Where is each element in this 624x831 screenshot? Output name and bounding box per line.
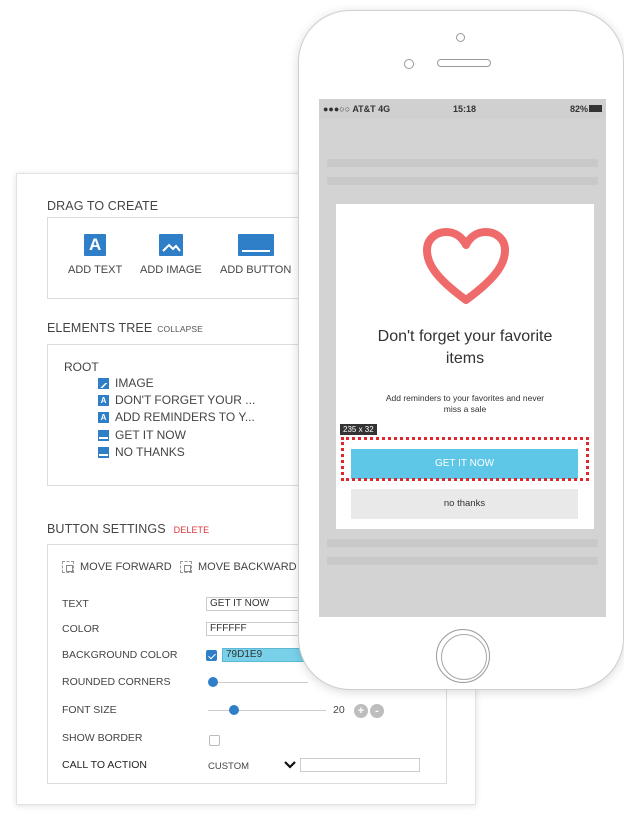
tree-item-title-text[interactable]: A DON'T FORGET YOUR ... [98,393,255,407]
tree-item-label: ADD REMINDERS TO Y... [115,410,255,424]
front-camera [456,33,465,42]
tree-root[interactable]: ROOT [64,360,99,374]
light-sensor [404,59,414,69]
popup-modal: Don't forget your favorite items Add rem… [336,204,594,529]
tree-item-no-thanks[interactable]: NO THANKS [98,445,185,459]
chevron-down-icon[interactable] [284,761,296,770]
tree-item-label: IMAGE [115,376,154,390]
background-placeholder [327,539,598,547]
tree-item-image[interactable]: IMAGE [98,376,154,390]
call-to-action-select[interactable]: CUSTOM [208,761,249,772]
font-size-track [208,710,326,711]
carrier-signal: ●●●○○ AT&T 4G [323,104,391,114]
add-button-tool[interactable]: ADD BUTTON [220,234,291,276]
background-color-label: BACKGROUND COLOR [62,649,178,661]
rounded-corners-slider[interactable] [208,677,218,687]
text-icon: A [98,394,109,406]
delete-link[interactable]: DELETE [174,525,210,535]
button-icon [237,234,274,256]
tree-item-subtitle-text[interactable]: A ADD REMINDERS TO Y... [98,410,255,424]
text-field-label: TEXT [62,598,89,610]
move-forward-button[interactable]: MOVE FORWARD [62,561,172,573]
image-icon [158,234,183,256]
phone-screen: ●●●○○ AT&T 4G 15:18 82% Don't forget you… [319,99,606,617]
font-size-plus-button[interactable]: + [354,704,368,718]
status-bar: ●●●○○ AT&T 4G 15:18 82% [319,99,606,119]
collapse-link[interactable]: COLLAPSE [157,324,203,334]
move-forward-label: MOVE FORWARD [80,561,172,573]
button-icon [98,429,109,441]
font-size-slider[interactable] [229,705,239,715]
battery-icon [589,105,602,112]
tree-item-label: NO THANKS [115,445,185,459]
add-image-label: ADD IMAGE [140,264,202,276]
modal-subtitle[interactable]: Add reminders to your favorites and neve… [376,393,554,415]
elements-tree-heading: ELEMENTS TREE [47,321,153,335]
color-field-label: COLOR [62,623,100,635]
selection-outline [341,437,589,481]
add-button-label: ADD BUTTON [220,264,292,276]
background-placeholder [327,557,598,565]
battery-percent: 82% [569,104,588,114]
phone-frame: ●●●○○ AT&T 4G 15:18 82% Don't forget you… [298,10,624,690]
dimension-badge: 235 x 32 [340,424,377,435]
move-backward-button[interactable]: MOVE BACKWARD [180,561,297,573]
rounded-corners-track [208,682,308,683]
tree-item-label: GET IT NOW [115,428,186,442]
tree-item-label: DON'T FORGET YOUR ... [115,393,256,407]
font-size-label: FONT SIZE [62,704,117,716]
image-icon [98,377,109,389]
button-settings-heading: BUTTON SETTINGS [47,522,166,536]
move-backward-label: MOVE BACKWARD [198,561,297,573]
font-size-value: 20 [333,704,345,716]
add-text-tool[interactable]: A ADD TEXT [68,234,122,276]
move-backward-icon [180,561,192,573]
font-size-minus-button[interactable]: - [370,704,384,718]
text-icon: A [84,234,107,256]
modal-title[interactable]: Don't forget your favorite items [336,326,594,370]
modal-title-line: items [445,350,485,367]
earpiece-speaker [437,59,491,67]
call-to-action-url-field[interactable] [300,758,420,772]
show-border-label: SHOW BORDER [62,732,143,744]
status-time: 15:18 [453,104,477,114]
modal-title-line: Don't forget your favorite [377,328,553,345]
rounded-corners-label: ROUNDED CORNERS [62,676,171,688]
call-to-action-label: CALL TO ACTION [62,759,147,771]
heart-icon[interactable] [423,228,509,308]
add-text-label: ADD TEXT [68,264,123,276]
background-color-checkbox[interactable] [206,650,217,661]
button-icon [98,446,109,458]
elements-tree-title: ELEMENTS TREE COLLAPSE [47,321,203,335]
background-placeholder [327,177,598,185]
home-button[interactable] [436,629,490,683]
drag-to-create-title: DRAG TO CREATE [47,199,159,213]
tree-item-get-it-now[interactable]: GET IT NOW [98,428,186,442]
move-forward-icon [62,561,74,573]
no-thanks-button[interactable]: no thanks [351,489,578,519]
background-placeholder [327,159,598,167]
button-settings-title: BUTTON SETTINGS DELETE [47,522,209,536]
show-border-checkbox[interactable] [209,735,220,746]
add-image-tool[interactable]: ADD IMAGE [140,234,202,276]
text-icon: A [98,411,109,423]
